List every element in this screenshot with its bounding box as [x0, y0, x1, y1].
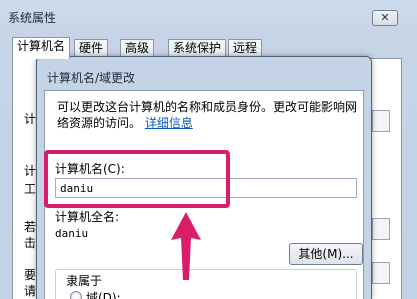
member-of-label: 隶属于	[63, 272, 106, 289]
outer-text-fragment: 击	[24, 236, 37, 250]
outer-text-fragment: 工	[24, 182, 37, 196]
dialog-title: 计算机名/域更改	[47, 71, 136, 85]
full-name-value: daniu	[55, 227, 89, 240]
outer-text-fragment: 计	[24, 164, 37, 178]
outer-apply-button[interactable]	[372, 262, 390, 284]
domain-radio[interactable]	[70, 291, 82, 299]
close-button[interactable]: ✕	[372, 10, 398, 26]
details-link[interactable]: 详细信息	[145, 116, 193, 130]
full-name-label: 计算机全名:	[55, 210, 120, 224]
outer-text-fragment: 要	[24, 268, 37, 282]
tab-computer-name[interactable]: 计算机名	[12, 37, 71, 59]
domain-radio-label: 域(D):	[86, 291, 121, 299]
description-text: 可以更改这台计算机的名称和成员身份。更改可能影响网络资源的访问。 详细信息	[57, 99, 357, 131]
arrow-up-icon	[171, 212, 201, 280]
outer-text-fragment: 若	[24, 220, 37, 234]
other-button[interactable]: 其他(M)...	[289, 243, 363, 265]
outer-text-fragment: 请	[24, 284, 37, 298]
highlight-box	[44, 150, 230, 208]
outer-change-button[interactable]	[372, 110, 390, 132]
outer-network-id-button[interactable]	[372, 218, 390, 240]
window-title: 系统属性	[8, 11, 57, 25]
outer-text-fragment: 计	[24, 112, 37, 126]
description: 可以更改这台计算机的名称和成员身份。更改可能影响网络资源的访问。	[57, 100, 358, 130]
